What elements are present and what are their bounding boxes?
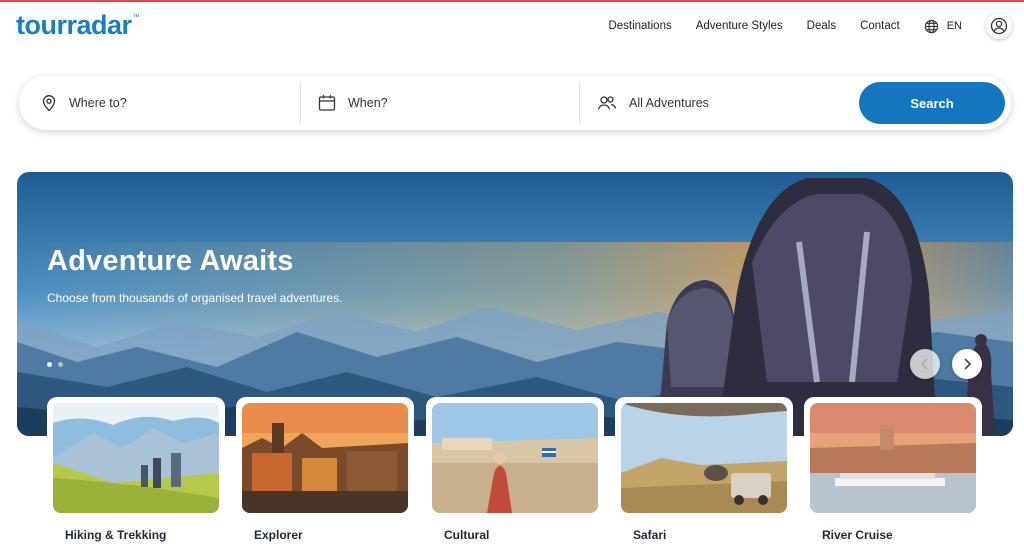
nav-contact[interactable]: Contact <box>860 20 900 32</box>
category-label: Hiking & Trekking <box>65 528 167 542</box>
category-label: Safari <box>633 528 667 542</box>
category-card-hiking[interactable]: Hiking & Trekking <box>47 397 225 550</box>
when-placeholder: When? <box>348 96 388 110</box>
main-nav: Destinations Adventure Styles Deals Cont… <box>608 2 1024 50</box>
language-selector[interactable]: EN <box>924 19 962 34</box>
category-card-cultural[interactable]: Cultural <box>426 397 604 550</box>
chevron-right-icon <box>964 358 972 370</box>
hero-title: Adventure Awaits <box>47 245 294 277</box>
search-bar: Where to? When? All Adventures Search <box>19 76 1011 130</box>
site-header: tourradar™ Destinations Adventure Styles… <box>0 2 1024 50</box>
carousel-prev-button[interactable] <box>910 349 940 379</box>
search-divider <box>300 82 301 124</box>
people-icon <box>597 96 617 110</box>
tourradar-logo[interactable]: tourradar™ <box>16 10 139 41</box>
nav-deals[interactable]: Deals <box>807 20 836 32</box>
nav-adventure-styles[interactable]: Adventure Styles <box>696 20 783 32</box>
account-button[interactable] <box>986 13 1012 39</box>
carousel-dot-active[interactable] <box>47 362 52 367</box>
adventures-field[interactable]: All Adventures <box>597 76 709 130</box>
carousel-dot[interactable] <box>58 362 63 367</box>
calendar-icon <box>318 95 336 111</box>
nav-destinations[interactable]: Destinations <box>608 20 671 32</box>
river-cruise-photo <box>810 403 976 513</box>
location-pin-icon <box>42 95 56 112</box>
hero-subtitle: Choose from thousands of organised trave… <box>47 291 343 305</box>
category-label: Cultural <box>444 528 490 542</box>
hiking-photo <box>53 403 219 513</box>
where-placeholder: Where to? <box>69 96 127 110</box>
carousel-next-button[interactable] <box>952 349 982 379</box>
category-cards: Hiking & Trekking Explorer Cultural Safa… <box>47 397 987 550</box>
search-button[interactable]: Search <box>859 82 1005 124</box>
category-card-explorer[interactable]: Explorer <box>236 397 414 550</box>
search-divider <box>579 82 580 124</box>
adventures-value: All Adventures <box>629 96 709 110</box>
where-field[interactable]: Where to? <box>41 76 127 130</box>
when-field[interactable]: When? <box>318 76 388 130</box>
safari-photo <box>621 403 787 513</box>
globe-icon <box>924 19 938 33</box>
language-label: EN <box>946 20 962 32</box>
chevron-left-icon <box>920 358 928 370</box>
category-card-safari[interactable]: Safari <box>615 397 793 550</box>
cultural-photo <box>432 403 598 513</box>
category-label: River Cruise <box>822 528 893 542</box>
carousel-dots <box>47 362 69 367</box>
category-label: Explorer <box>254 528 303 542</box>
user-circle-icon <box>990 17 1008 35</box>
explorer-photo <box>242 403 408 513</box>
category-card-river-cruise[interactable]: River Cruise <box>804 397 982 550</box>
